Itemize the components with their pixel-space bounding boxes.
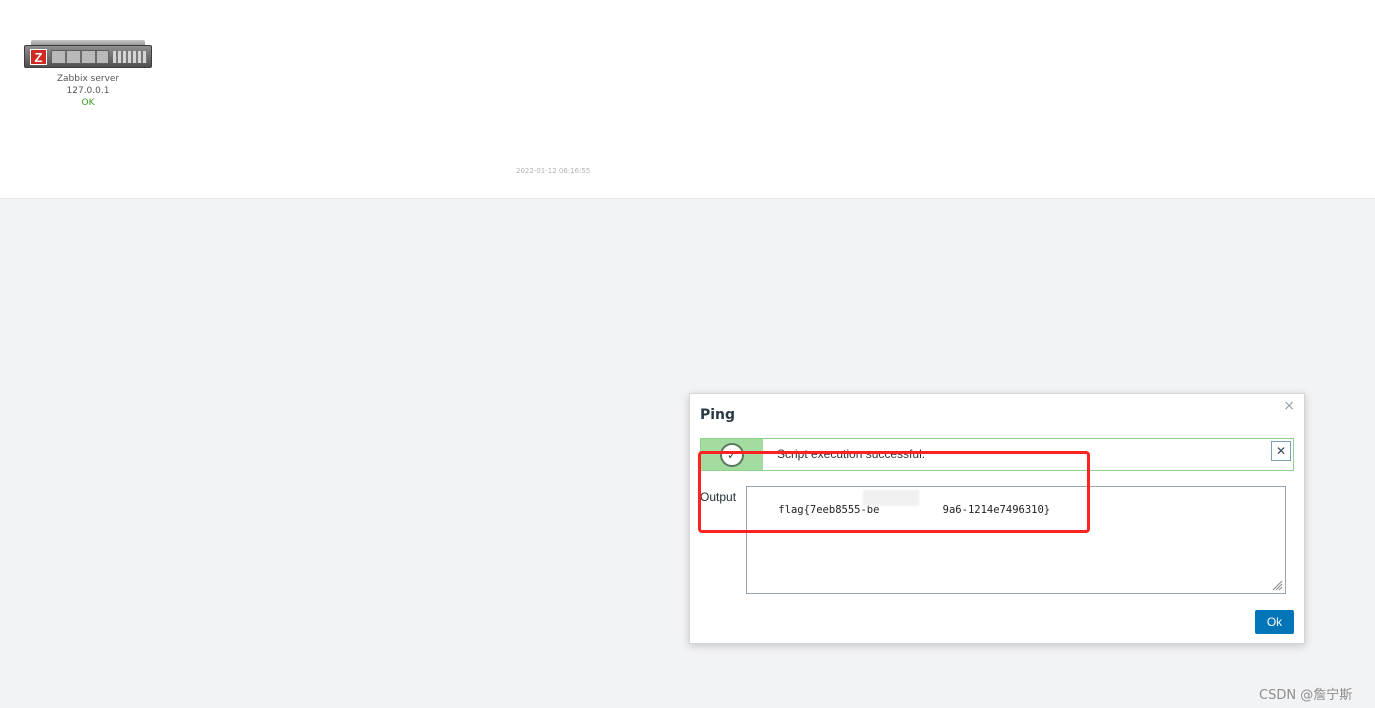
host-status: OK bbox=[81, 98, 95, 108]
resize-grip-icon[interactable] bbox=[1271, 579, 1283, 591]
zabbix-logo-icon: Z bbox=[30, 49, 47, 65]
server-icon[interactable]: Z bbox=[23, 38, 153, 70]
host-name: Zabbix server bbox=[56, 74, 120, 84]
host-ip: 127.0.0.1 bbox=[66, 86, 110, 96]
dialog-title: Ping bbox=[700, 407, 736, 423]
map-host-zabbix-server[interactable]: Z Zabbix server 127.0.0.1 OK bbox=[22, 38, 154, 109]
success-message-text: Script execution successful. bbox=[777, 447, 926, 461]
output-label: Output bbox=[700, 490, 737, 504]
watermark: CSDN @詹宁斯 bbox=[1259, 688, 1353, 703]
server-panel bbox=[113, 51, 147, 63]
ok-button[interactable]: Ok bbox=[1255, 610, 1294, 634]
network-map: Z Zabbix server 127.0.0.1 OK 2022-01-12 … bbox=[0, 0, 1375, 199]
success-strip: ✓ bbox=[701, 439, 763, 470]
output-textarea[interactable]: flag{7eeb8555-be 9a6-1214e7496310} bbox=[746, 486, 1286, 594]
server-icon-body: Z bbox=[24, 45, 152, 68]
message-close-icon[interactable]: ✕ bbox=[1271, 441, 1291, 461]
redaction-blur bbox=[863, 490, 919, 506]
drive-bays bbox=[51, 50, 109, 64]
success-message: ✓ Script execution successful. ✕ bbox=[700, 438, 1294, 471]
map-timestamp: 2022-01-12 06:16:55 bbox=[516, 167, 591, 175]
script-result-dialog: Ping × ✓ Script execution successful. ✕ … bbox=[689, 393, 1305, 644]
checkmark-icon: ✓ bbox=[720, 443, 744, 467]
close-icon[interactable]: × bbox=[1283, 398, 1295, 414]
